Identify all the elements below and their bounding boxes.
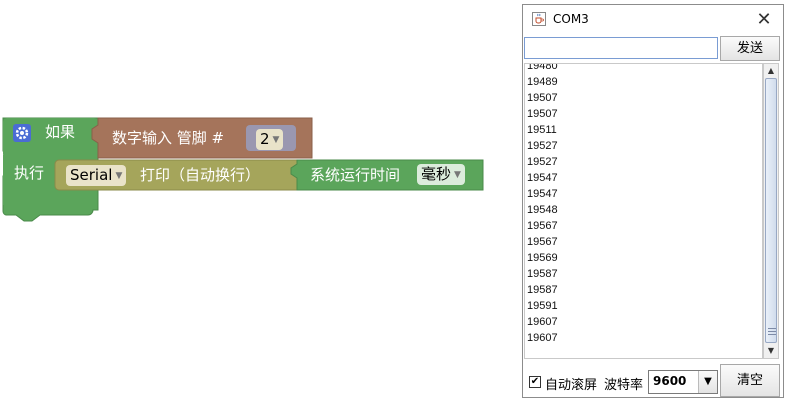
log-line: 19547 — [527, 188, 558, 200]
pin-value: 2 — [260, 130, 270, 148]
log-line: 19587 — [527, 284, 558, 296]
log-scrollbar[interactable]: ▲ ▼ — [763, 63, 779, 359]
chevron-down-icon[interactable]: ▼ — [698, 371, 717, 393]
close-icon[interactable]: ✕ — [753, 9, 775, 31]
autoscroll-checkbox[interactable]: ✔ — [529, 376, 541, 388]
scroll-up-icon[interactable]: ▲ — [764, 64, 778, 78]
unit-dropdown[interactable]: 毫秒 ▼ — [417, 164, 465, 185]
log-line: 19567 — [527, 236, 558, 248]
send-input[interactable] — [524, 37, 718, 59]
unit-value: 毫秒 — [421, 165, 452, 183]
log-line: 19587 — [527, 268, 558, 280]
log-line: 19511 — [527, 124, 557, 136]
title-bar[interactable]: COM3 ✕ — [523, 5, 783, 35]
serial-log[interactable]: 19480 19489 19507 19507 19511 19527 19527 19547… — [524, 63, 763, 359]
chevron-down-icon: ▼ — [115, 171, 123, 181]
clear-button[interactable]: 清空 — [720, 364, 780, 397]
millis-label: 系统运行时间 — [310, 166, 401, 184]
java-cup-icon — [532, 12, 546, 26]
if-label: 如果 — [45, 123, 76, 141]
serial-monitor-window: COM3 ✕ 发送 19480 19489 19507 19507 19511 19527… — [522, 4, 784, 398]
autoscroll-label: 自动滚屏 — [545, 378, 598, 393]
log-lines: 19480 19489 19507 19507 19511 19527 19527 19547… — [527, 63, 558, 346]
check-icon: ✔ — [530, 376, 540, 387]
bottom-toolbar: ✔ 自动滚屏 波特率 9600 ▼ 清空 — [523, 361, 783, 397]
scroll-grip — [768, 328, 776, 336]
log-line: 19489 — [527, 76, 558, 88]
window-title: COM3 — [553, 12, 589, 26]
log-line: 19569 — [527, 252, 558, 264]
log-line: 19480 — [527, 63, 558, 72]
block-shapes — [2, 117, 484, 222]
log-line: 19567 — [527, 220, 558, 232]
blockly-workspace[interactable]: 如果 执行 数字输入 管脚 # 2 ▼ Serial ▼ 打印（自动换行） 系统运行… — [0, 0, 500, 402]
baud-value: 9600 — [653, 374, 687, 388]
scroll-thumb[interactable] — [765, 78, 777, 343]
log-line: 19548 — [527, 204, 558, 216]
log-line: 19527 — [527, 156, 558, 168]
serial-port-dropdown[interactable]: Serial ▼ — [66, 165, 127, 186]
log-line: 19607 — [527, 332, 558, 344]
log-line: 19527 — [527, 140, 558, 152]
log-line: 19547 — [527, 172, 558, 184]
do-label: 执行 — [14, 164, 45, 182]
baud-select[interactable]: 9600 ▼ — [648, 370, 718, 394]
serial-port-value: Serial — [70, 166, 113, 184]
print-label: 打印（自动换行） — [140, 166, 261, 184]
log-line: 19591 — [527, 300, 558, 312]
digital-read-label: 数字输入 管脚 # — [112, 129, 225, 147]
log-line: 19607 — [527, 316, 558, 328]
send-button[interactable]: 发送 — [720, 36, 780, 61]
scroll-down-icon[interactable]: ▼ — [764, 344, 778, 358]
log-line: 19507 — [527, 92, 558, 104]
chevron-down-icon: ▼ — [454, 170, 461, 180]
pin-dropdown[interactable]: 2 ▼ — [256, 129, 284, 150]
baud-label: 波特率 — [604, 378, 644, 393]
log-line: 19507 — [527, 108, 558, 120]
chevron-down-icon: ▼ — [272, 135, 280, 145]
